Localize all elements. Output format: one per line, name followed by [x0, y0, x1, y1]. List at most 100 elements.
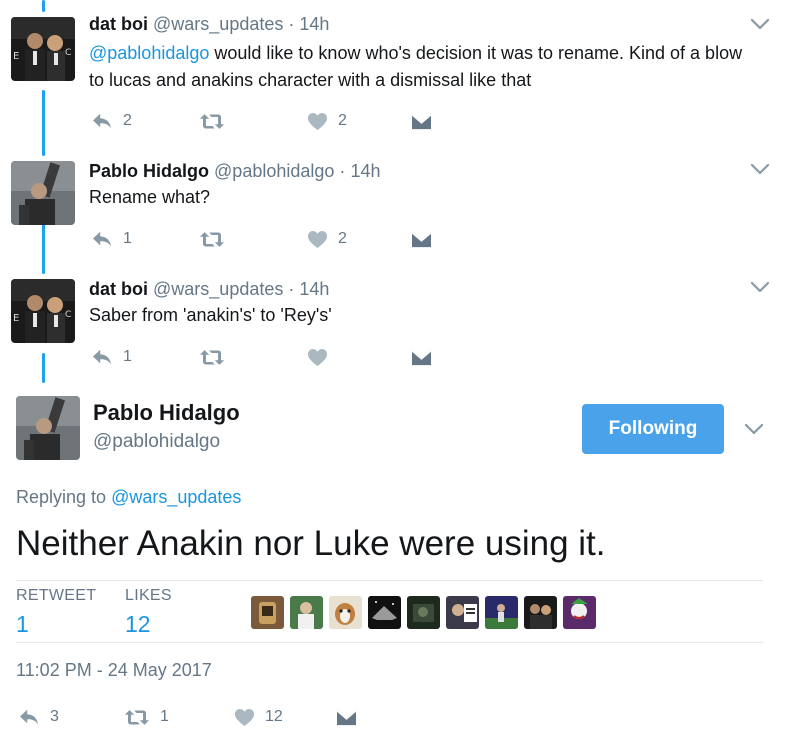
tweet[interactable]: E C E dat boi @wars_updates · 14h @pablo…	[0, 0, 792, 150]
like-button[interactable]: 12	[234, 705, 283, 729]
liker-avatar[interactable]	[290, 596, 323, 629]
direct-message-button[interactable]	[411, 345, 432, 369]
direct-message-button[interactable]	[336, 705, 357, 729]
replying-prefix: Replying to	[16, 487, 112, 507]
reply-button[interactable]: 2	[91, 109, 132, 133]
direct-message-icon	[411, 348, 432, 367]
tweet-text: Neither Anakin nor Luke were using it.	[16, 524, 606, 563]
retweet-icon	[124, 708, 150, 727]
avatar[interactable]	[11, 161, 75, 225]
tweet-time[interactable]: 14h	[350, 161, 380, 181]
liker-avatar[interactable]	[407, 596, 440, 629]
user-handle[interactable]: @wars_updates	[153, 14, 283, 34]
liker-avatar[interactable]	[368, 596, 401, 629]
reply-icon	[91, 112, 113, 130]
direct-message-icon	[411, 230, 432, 249]
like-icon	[307, 230, 328, 249]
retweet-button[interactable]	[199, 345, 235, 369]
tweet-text: @pablohidalgo would like to know who's d…	[89, 40, 759, 94]
like-count: 2	[338, 112, 347, 129]
direct-message-icon	[411, 112, 432, 131]
user-handle[interactable]: @wars_updates	[153, 279, 283, 299]
retweets-stat[interactable]: RETWEET 1	[16, 587, 96, 638]
reply-button[interactable]: 1	[91, 227, 132, 251]
like-button[interactable]: 2	[307, 227, 347, 251]
user-name[interactable]: Pablo Hidalgo	[93, 400, 240, 426]
likes-stat[interactable]: LIKES 12	[125, 587, 172, 638]
chevron-down-icon[interactable]	[750, 17, 770, 31]
chevron-down-icon[interactable]	[750, 280, 770, 294]
svg-text:E: E	[13, 313, 19, 324]
reply-button[interactable]: 3	[18, 705, 59, 729]
tweet-time[interactable]: 14h	[299, 279, 329, 299]
tweet-header: Pablo Hidalgo @pablohidalgo · 14h	[89, 161, 380, 182]
direct-message-button[interactable]	[411, 109, 432, 133]
reply-icon	[18, 708, 40, 726]
user-name[interactable]: Pablo Hidalgo	[89, 161, 209, 181]
liker-avatar[interactable]	[563, 596, 596, 629]
tweet-text-line: to lucas and anakins character with a di…	[89, 70, 532, 90]
svg-text:E: E	[13, 51, 19, 62]
reply-icon	[91, 230, 113, 248]
reply-button[interactable]: 1	[91, 345, 132, 369]
retweet-count: 1	[160, 708, 169, 725]
tweet-text: Rename what?	[89, 187, 211, 207]
tweet-header: dat boi @wars_updates · 14h	[89, 279, 329, 300]
liker-avatar[interactable]	[485, 596, 518, 629]
svg-text:C E: C E	[65, 310, 75, 320]
direct-message-icon	[336, 708, 357, 727]
tweet-header: dat boi @wars_updates · 14h	[89, 14, 329, 35]
like-icon	[307, 112, 328, 131]
likes-label: LIKES	[125, 587, 172, 604]
liker-avatar[interactable]	[251, 596, 284, 629]
tweet-timestamp[interactable]: 11:02 PM - 24 May 2017	[16, 660, 212, 681]
like-button[interactable]	[307, 345, 338, 369]
divider	[16, 580, 763, 581]
tweet[interactable]: Pablo Hidalgo @pablohidalgo · 14h Rename…	[0, 150, 792, 268]
reply-count: 2	[123, 112, 132, 129]
svg-text:C E: C E	[65, 48, 75, 58]
user-handle[interactable]: @pablohidalgo	[93, 431, 220, 453]
like-count: 2	[338, 230, 347, 247]
divider	[16, 642, 763, 643]
tweet-text-line: would like to know who's decision it was…	[209, 43, 743, 63]
avatar[interactable]: E C E	[11, 17, 75, 81]
chevron-down-icon[interactable]	[744, 422, 764, 436]
retweet-icon	[199, 112, 225, 131]
reply-count: 3	[50, 708, 59, 725]
retweets-label: RETWEET	[16, 587, 97, 604]
retweet-button[interactable]	[199, 227, 235, 251]
retweet-button[interactable]: 1	[124, 705, 169, 729]
like-icon	[234, 708, 255, 727]
reply-icon	[91, 348, 113, 366]
separator-dot: ·	[288, 14, 295, 34]
retweet-icon	[199, 348, 225, 367]
user-handle[interactable]: @pablohidalgo	[214, 161, 334, 181]
reply-count: 1	[123, 348, 132, 365]
liker-avatar[interactable]	[446, 596, 479, 629]
liker-avatar[interactable]	[524, 596, 557, 629]
reply-count: 1	[123, 230, 132, 247]
liker-avatar[interactable]	[329, 596, 362, 629]
retweet-button[interactable]	[199, 109, 235, 133]
user-name[interactable]: dat boi	[89, 279, 148, 299]
avatar[interactable]	[16, 396, 80, 460]
tweet-time[interactable]: 14h	[299, 14, 329, 34]
mention-link[interactable]: @wars_updates	[111, 487, 241, 507]
like-count: 12	[265, 708, 283, 725]
tweet[interactable]: E C E dat boi @wars_updates · 14h Saber …	[0, 268, 792, 386]
like-button[interactable]: 2	[307, 109, 347, 133]
user-name[interactable]: dat boi	[89, 14, 148, 34]
following-button[interactable]: Following	[582, 404, 724, 454]
like-icon	[307, 348, 328, 367]
direct-message-button[interactable]	[411, 227, 432, 251]
avatar[interactable]: E C E	[11, 279, 75, 343]
retweets-value: 1	[16, 611, 29, 637]
likers-list	[251, 596, 602, 629]
separator-dot: ·	[288, 279, 295, 299]
chevron-down-icon[interactable]	[750, 162, 770, 176]
tweet-text: Saber from 'anakin's' to 'Rey's'	[89, 305, 332, 325]
mention-link[interactable]: @pablohidalgo	[89, 43, 209, 63]
likes-value: 12	[125, 611, 151, 637]
separator-dot: ·	[339, 161, 346, 181]
